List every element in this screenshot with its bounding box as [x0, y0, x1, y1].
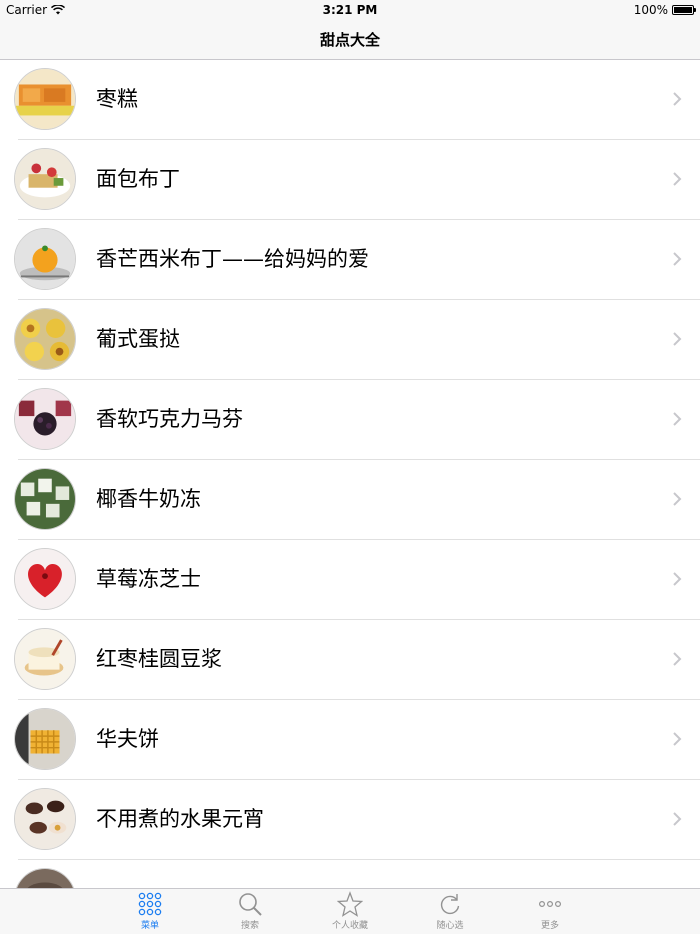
tab-menu[interactable]: 菜单 [120, 891, 180, 931]
page-title: 甜点大全 [319, 31, 380, 49]
list-item[interactable]: 葡式蛋挞 [0, 300, 700, 380]
status-bar: Carrier 3:21 PM 100% [0, 0, 700, 20]
list-item-partial[interactable] [0, 860, 700, 888]
tab-more[interactable]: 更多 [520, 891, 580, 931]
recipe-thumbnail [14, 388, 76, 450]
tab-label: 更多 [540, 921, 559, 931]
tab-favorites[interactable]: 个人收藏 [320, 891, 380, 931]
chevron-right-icon [673, 732, 682, 746]
chevron-right-icon [673, 92, 682, 106]
list-item[interactable]: 面包布丁 [0, 140, 700, 220]
recipe-list[interactable]: 枣糕 面包布丁 香芒西米布丁——给妈妈的爱 葡式蛋挞 香软巧克力马芬 椰香牛奶冻… [0, 60, 700, 888]
chevron-right-icon [673, 172, 682, 186]
list-item[interactable]: 枣糕 [0, 60, 700, 140]
recipe-name: 红枣桂圆豆浆 [96, 647, 222, 671]
star-icon [337, 891, 363, 917]
recipe-name: 华夫饼 [96, 727, 159, 751]
recipe-thumbnail [14, 468, 76, 530]
tab-label: 搜索 [240, 921, 259, 931]
refresh-icon [440, 894, 460, 915]
tab-search[interactable]: 搜索 [220, 891, 280, 931]
recipe-name: 草莓冻芝士 [96, 567, 201, 591]
tab-label: 菜单 [140, 921, 159, 931]
tab-label: 随心选 [436, 921, 464, 931]
more-icon [538, 901, 562, 908]
battery-percent: 100% [633, 3, 668, 17]
recipe-thumbnail [14, 868, 76, 888]
chevron-right-icon [673, 412, 682, 426]
chevron-right-icon [673, 332, 682, 346]
list-item[interactable]: 红枣桂圆豆浆 [0, 620, 700, 700]
navigation-bar: 甜点大全 [0, 20, 700, 60]
search-icon [239, 893, 262, 916]
tab-bar: 菜单 搜索 个人收藏 随心选 更多 [0, 888, 700, 934]
recipe-thumbnail [14, 708, 76, 770]
chevron-right-icon [673, 812, 682, 826]
chevron-right-icon [673, 492, 682, 506]
chevron-right-icon [673, 252, 682, 266]
list-item[interactable]: 椰香牛奶冻 [0, 460, 700, 540]
recipe-thumbnail [14, 228, 76, 290]
recipe-name: 不用煮的水果元宵 [96, 807, 264, 831]
recipe-name: 枣糕 [96, 87, 138, 111]
tab-random[interactable]: 随心选 [420, 891, 480, 931]
list-item[interactable]: 华夫饼 [0, 700, 700, 780]
grid-dots-icon [138, 892, 162, 916]
battery-info: 100% [633, 3, 696, 17]
recipe-thumbnail [14, 148, 76, 210]
recipe-name: 椰香牛奶冻 [96, 487, 201, 511]
list-item[interactable]: 香软巧克力马芬 [0, 380, 700, 460]
chevron-right-icon [673, 652, 682, 666]
status-time: 3:21 PM [322, 3, 378, 17]
chevron-right-icon [673, 572, 682, 586]
recipe-name: 葡式蛋挞 [96, 327, 180, 351]
battery-icon [672, 5, 696, 15]
list-item[interactable]: 草莓冻芝士 [0, 540, 700, 620]
recipe-thumbnail [14, 308, 76, 370]
recipe-thumbnail [14, 548, 76, 610]
list-item[interactable]: 香芒西米布丁——给妈妈的爱 [0, 220, 700, 300]
list-item[interactable]: 不用煮的水果元宵 [0, 780, 700, 860]
recipe-thumbnail [14, 628, 76, 690]
recipe-name: 面包布丁 [96, 167, 180, 191]
recipe-thumbnail [14, 788, 76, 850]
recipe-name: 香芒西米布丁——给妈妈的爱 [96, 247, 369, 271]
recipe-name: 香软巧克力马芬 [96, 407, 243, 431]
recipe-thumbnail [14, 68, 76, 130]
tab-label: 个人收藏 [331, 921, 368, 931]
